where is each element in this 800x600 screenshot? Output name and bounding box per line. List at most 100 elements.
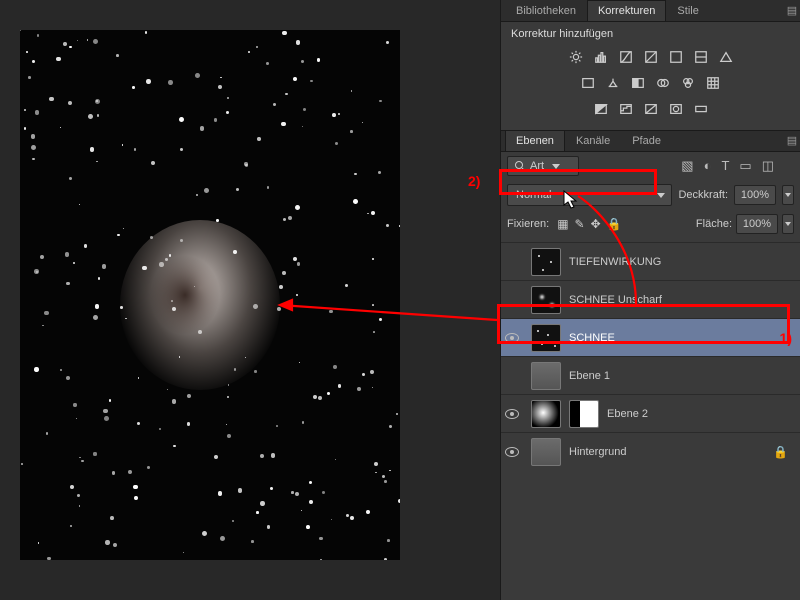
invert-icon[interactable] xyxy=(590,100,612,118)
lock-all-icon[interactable]: 🔒 xyxy=(607,217,622,231)
snow-particle xyxy=(302,421,305,424)
snow-particle xyxy=(232,520,234,522)
opacity-field[interactable]: 100% xyxy=(734,185,776,205)
adjust-icon-5[interactable] xyxy=(665,48,687,66)
layer-kind-dropdown[interactable]: Art xyxy=(507,156,579,176)
layer-hintergrund[interactable]: Hintergrund 🔒 xyxy=(501,432,800,470)
snow-particle xyxy=(171,300,173,302)
snow-particle xyxy=(142,266,147,271)
visibility-toggle[interactable] xyxy=(501,333,523,343)
snow-particle xyxy=(173,445,175,447)
selective-color-icon[interactable] xyxy=(665,100,687,118)
document-canvas[interactable]: // placeholder so structure validates; a… xyxy=(20,30,400,560)
snow-particle xyxy=(49,97,53,101)
visibility-toggle[interactable] xyxy=(501,447,523,457)
tab-ebenen[interactable]: Ebenen xyxy=(505,130,565,151)
layer-tiefenwirkung[interactable]: TIEFENWIRKUNG xyxy=(501,242,800,280)
panel-tabs-layers: Ebenen Kanäle Pfade ▤ xyxy=(501,130,800,152)
snow-particle xyxy=(331,519,332,520)
snow-particle xyxy=(338,113,340,115)
snow-particle xyxy=(350,130,353,133)
filter-smart-icon[interactable]: ◫ xyxy=(762,158,774,174)
fill-stepper[interactable] xyxy=(782,214,794,234)
layer-ebene1[interactable]: Ebene 1 xyxy=(501,356,800,394)
hue-icon[interactable] xyxy=(577,74,599,92)
layer-schnee-unscharf[interactable]: SCHNEE Unscharf xyxy=(501,280,800,318)
layer-thumb[interactable] xyxy=(531,286,561,314)
layer-label[interactable]: Hintergrund xyxy=(569,446,765,458)
vibrance-icon[interactable] xyxy=(715,48,737,66)
snow-particle xyxy=(32,60,35,63)
layer-schnee[interactable]: SCHNEE 1) xyxy=(501,318,800,356)
layer-mask-thumb[interactable] xyxy=(569,400,599,428)
adjust-icon-6[interactable] xyxy=(690,48,712,66)
posterize-icon[interactable] xyxy=(615,100,637,118)
lock-transparency-icon[interactable]: ▦ xyxy=(557,217,568,231)
exposure-icon[interactable] xyxy=(640,48,662,66)
layer-thumb[interactable] xyxy=(531,248,561,276)
layer-ebene2[interactable]: Ebene 2 xyxy=(501,394,800,432)
layer-thumb[interactable] xyxy=(531,438,561,466)
snow-particle xyxy=(317,58,321,62)
tab-kanaele[interactable]: Kanäle xyxy=(565,130,621,151)
snow-particle xyxy=(28,76,31,79)
panel-menu-icon[interactable]: ▤ xyxy=(784,0,800,21)
threshold-icon[interactable] xyxy=(640,100,662,118)
snow-particle xyxy=(138,377,139,378)
color-lookup-icon[interactable] xyxy=(702,74,724,92)
tab-stile[interactable]: Stile xyxy=(666,0,709,21)
snow-particle xyxy=(151,161,155,165)
filter-shape-icon[interactable]: ▭ xyxy=(739,158,751,174)
tab-pfade[interactable]: Pfade xyxy=(621,130,672,151)
snow-particle xyxy=(132,86,135,89)
snow-particle xyxy=(227,396,229,398)
tab-korrekturen[interactable]: Korrekturen xyxy=(587,0,666,21)
visibility-toggle[interactable] xyxy=(501,409,523,419)
lock-row: Fixieren: ▦ ✎ ✥ 🔒 Fläche: 100% xyxy=(501,210,800,242)
opacity-stepper[interactable] xyxy=(782,185,794,205)
layer-label[interactable]: TIEFENWIRKUNG xyxy=(569,256,792,268)
filter-pixel-icon[interactable]: ▧ xyxy=(681,158,693,174)
layer-label[interactable]: SCHNEE Unscharf xyxy=(569,294,792,306)
snow-particle xyxy=(244,162,248,166)
snow-particle xyxy=(366,510,371,515)
layer-thumb[interactable] xyxy=(531,362,561,390)
adjust-row-1 xyxy=(501,44,800,70)
layer-label[interactable]: Ebene 2 xyxy=(607,408,792,420)
snow-particle xyxy=(233,250,237,254)
snow-particle xyxy=(354,173,356,175)
snow-particle xyxy=(31,145,36,150)
levels-icon[interactable] xyxy=(590,48,612,66)
lock-pixels-icon[interactable]: ✎ xyxy=(575,217,585,231)
channel-mixer-icon[interactable] xyxy=(677,74,699,92)
curves-icon[interactable] xyxy=(615,48,637,66)
layer-kind-value: Art xyxy=(530,160,544,172)
gradient-map-icon[interactable] xyxy=(690,100,712,118)
snow-particle xyxy=(102,264,106,268)
filter-adjust-icon[interactable]: ◐ xyxy=(704,158,712,174)
photo-filter-icon[interactable] xyxy=(652,74,674,92)
layer-label[interactable]: SCHNEE xyxy=(569,332,768,344)
blend-mode-dropdown[interactable]: Normal xyxy=(507,184,672,206)
snow-particle xyxy=(372,258,374,260)
snow-particle xyxy=(301,510,302,511)
snow-particle xyxy=(97,114,99,116)
color-balance-icon[interactable] xyxy=(602,74,624,92)
layer-thumb[interactable] xyxy=(531,324,561,352)
filter-type-icon[interactable]: T xyxy=(721,158,729,174)
snow-particle xyxy=(145,31,148,34)
layer-thumb[interactable] xyxy=(531,400,561,428)
snow-particle xyxy=(24,127,26,129)
layer-label[interactable]: Ebene 1 xyxy=(569,370,792,382)
lock-position-icon[interactable]: ✥ xyxy=(591,217,601,231)
bw-icon[interactable] xyxy=(627,74,649,92)
fill-field[interactable]: 100% xyxy=(736,214,778,234)
canvas-area[interactable]: // placeholder so structure validates; a… xyxy=(0,0,500,600)
brightness-icon[interactable] xyxy=(565,48,587,66)
tab-bibliotheken[interactable]: Bibliotheken xyxy=(505,0,587,21)
snow-particle xyxy=(285,93,288,96)
snow-particle xyxy=(373,331,375,333)
layers-panel-menu-icon[interactable]: ▤ xyxy=(784,129,800,151)
snow-particle xyxy=(253,304,258,309)
snow-particle xyxy=(122,144,124,146)
